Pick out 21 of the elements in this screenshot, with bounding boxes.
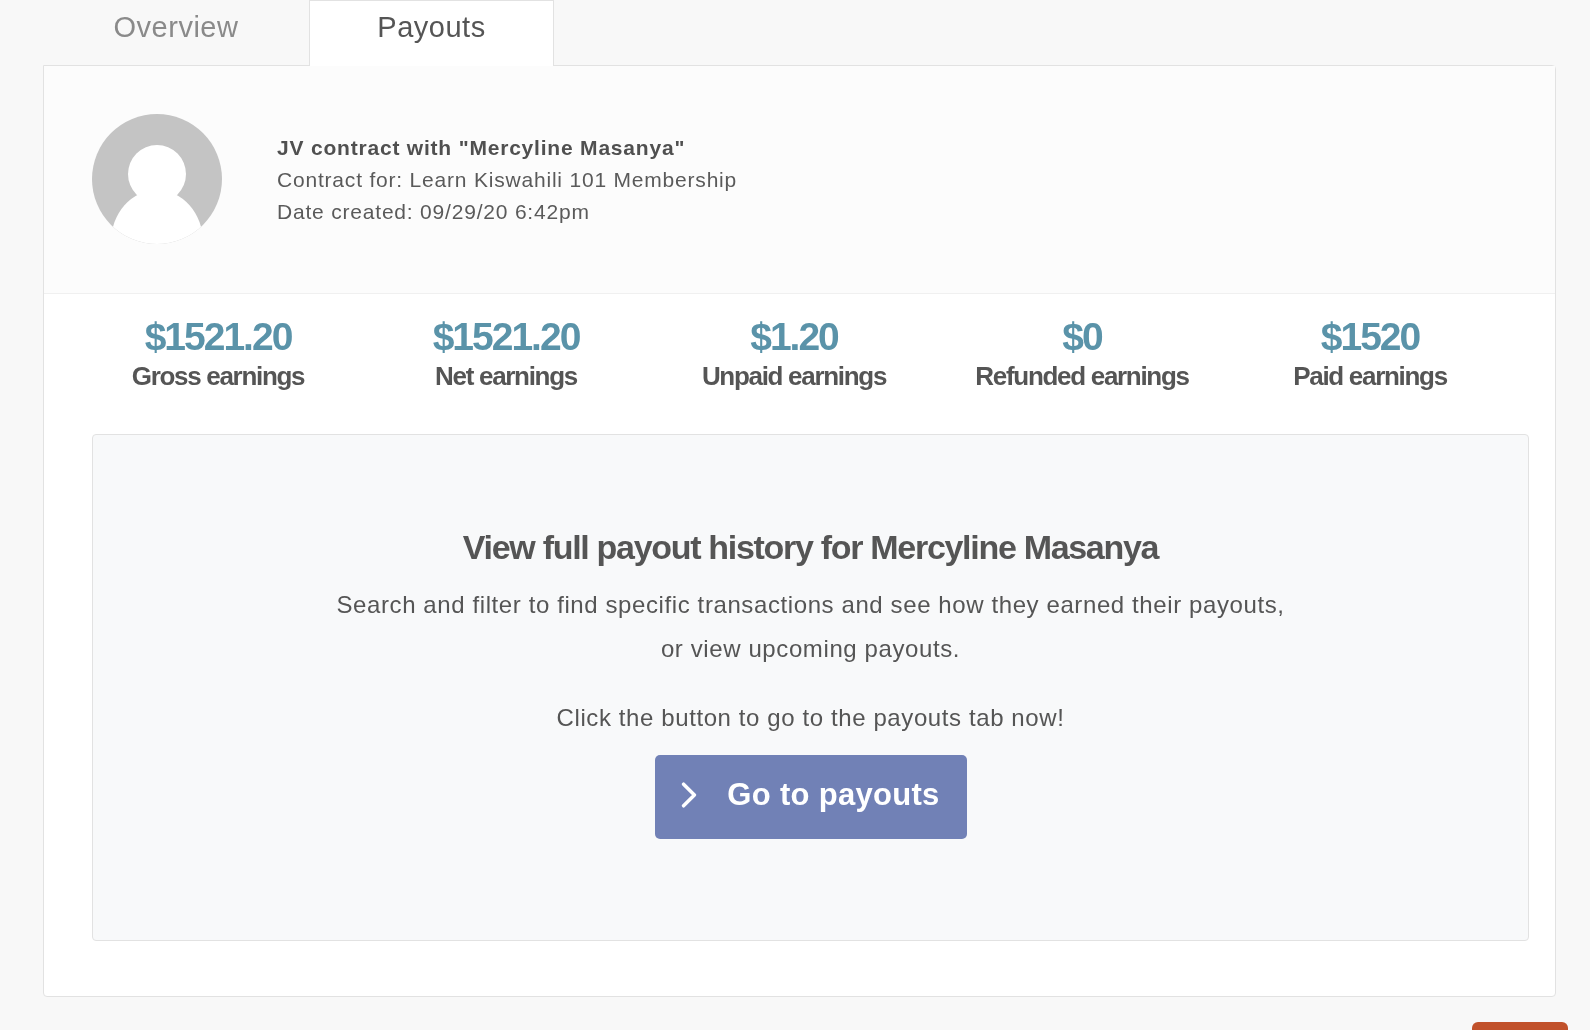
stat-value: $1520	[1320, 316, 1420, 358]
stat-value: $1521.20	[144, 316, 292, 358]
contract-product: Contract for: Learn Kiswahili 101 Membership	[277, 167, 738, 193]
avatar-icon	[92, 114, 222, 244]
tab[interactable]: Payouts	[309, 0, 554, 66]
stat-label: Net earnings	[435, 360, 577, 393]
history-heading: View full payout history for Mercyline Masanya	[462, 527, 1159, 568]
stat-value: $0	[1062, 316, 1102, 358]
stat-value: $1521.20	[432, 316, 580, 358]
stat-label: Refunded earnings	[975, 360, 1189, 393]
chevron-right-icon	[681, 782, 698, 808]
history-description: Search and filter to find specific transactions and see how they earned their payouts, or view upcoming payouts.	[335, 590, 1286, 664]
stat-label: Unpaid earnings	[701, 360, 887, 393]
contract-title: JV contract with "Mercyline Masanya"	[277, 135, 687, 161]
stat-label: Gross earnings	[131, 360, 305, 393]
tab[interactable]: Overview	[43, 0, 309, 66]
stat-label: Paid earnings	[1293, 360, 1447, 393]
history-prompt: Click the button to go to the payouts tab now!	[556, 703, 1065, 733]
go-to-payouts-button[interactable]: Go to payouts	[654, 755, 967, 839]
contract-date: Date created: 09/29/20 6:42pm	[277, 199, 591, 225]
stat-value: $1.20	[750, 316, 838, 358]
